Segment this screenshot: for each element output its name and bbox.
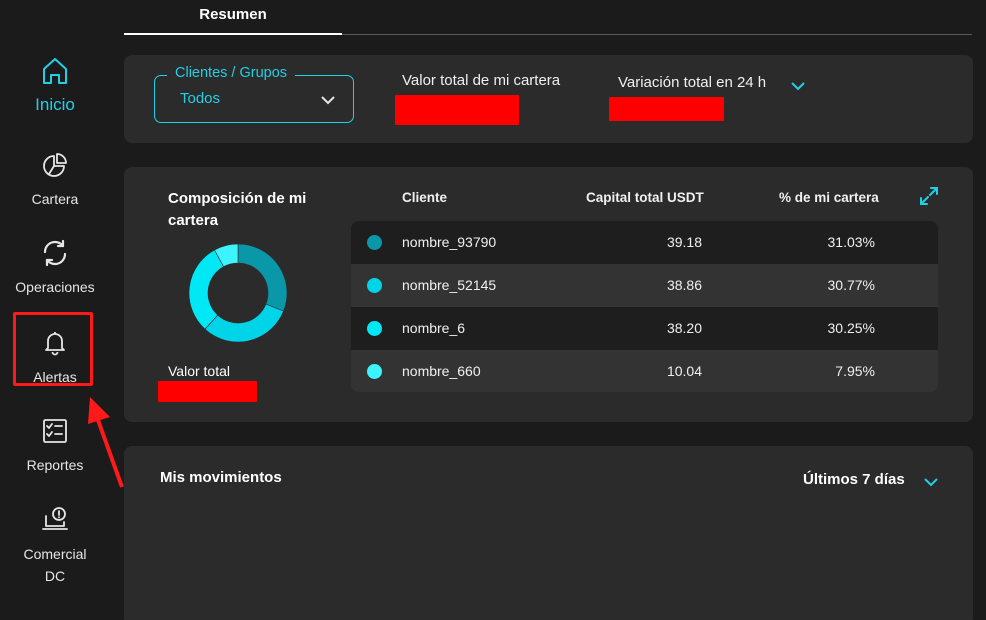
movements-title: Mis movimientos: [160, 469, 282, 486]
table-row[interactable]: nombre_6 38.20 30.25%: [351, 307, 938, 350]
chevron-down-icon[interactable]: [791, 78, 805, 96]
sidebar-item-operaciones[interactable]: Operaciones: [0, 238, 110, 298]
select-value: Todos: [180, 90, 221, 107]
donut-slice-nombre_52145: [204, 303, 284, 343]
color-dot: [367, 235, 382, 250]
movements-card: Mis movimientos Últimos 7 días: [124, 446, 973, 620]
sidebar-item-label: Comercial DC: [23, 546, 87, 584]
color-dot: [367, 321, 382, 336]
client-name: nombre_52145: [402, 277, 497, 293]
tab-bar: Resumen: [124, 0, 972, 35]
sidebar-item-comercial-dc[interactable]: Comercial DC: [0, 505, 110, 587]
table-row[interactable]: nombre_52145 38.86 30.77%: [351, 264, 938, 307]
refresh-arrows-icon: [40, 238, 70, 268]
table-row[interactable]: nombre_93790 39.18 31.03%: [351, 221, 938, 264]
percent-value: 30.25%: [827, 320, 875, 336]
tab-resumen[interactable]: Resumen: [124, 0, 342, 35]
variation-label: Variación total en 24 h: [618, 74, 767, 91]
color-dot: [367, 364, 382, 379]
bell-icon: [40, 328, 70, 358]
sidebar-item-inicio[interactable]: Inicio: [0, 56, 110, 116]
clients-groups-select[interactable]: Clientes / Grupos Todos: [154, 65, 354, 123]
capital-value: 10.04: [666, 363, 702, 379]
sidebar-item-label: Reportes: [26, 457, 84, 473]
composition-table: nombre_93790 39.18 31.03% nombre_52145 3…: [351, 221, 938, 392]
chevron-down-icon[interactable]: [924, 474, 938, 492]
home-icon: [40, 56, 70, 86]
total-value-caption: Valor total: [168, 363, 230, 379]
capital-value: 38.86: [666, 277, 702, 293]
sidebar: Inicio Cartera Operaciones Alertas Repor…: [0, 0, 124, 620]
column-header-capital: Capital total USDT: [586, 190, 704, 205]
color-dot: [367, 278, 382, 293]
portfolio-summary-card: Clientes / Grupos Todos Valor total de m…: [124, 55, 973, 143]
checklist-icon: [40, 416, 70, 446]
percent-value: 7.95%: [835, 363, 875, 379]
sidebar-item-label: Alertas: [33, 369, 77, 385]
capital-value: 38.20: [666, 320, 702, 336]
composition-title: Composición de mi cartera: [168, 190, 307, 229]
composition-donut-chart: [188, 243, 288, 343]
capital-value: 39.18: [666, 234, 702, 250]
redacted-total-amount: [158, 381, 257, 402]
client-name: nombre_6: [402, 320, 466, 336]
expand-icon[interactable]: [919, 186, 939, 211]
client-name: nombre_93790: [402, 234, 497, 250]
column-header-percent: % de mi cartera: [779, 190, 879, 205]
sidebar-item-label: Inicio: [35, 95, 75, 114]
redacted-variation-value: [609, 97, 724, 121]
portfolio-composition-card: Composición de mi cartera Valor total Cl…: [124, 167, 973, 422]
percent-value: 30.77%: [827, 277, 875, 293]
sidebar-item-label: Cartera: [31, 191, 79, 207]
laptop-alert-icon: [40, 505, 70, 535]
percent-value: 31.03%: [827, 234, 875, 250]
total-value-label: Valor total de mi cartera: [402, 72, 561, 89]
sidebar-item-label: Operaciones: [15, 279, 95, 295]
client-name: nombre_660: [402, 363, 481, 379]
period-select[interactable]: Últimos 7 días: [803, 471, 905, 488]
sidebar-item-reportes[interactable]: Reportes: [0, 416, 110, 476]
donut-slice-nombre_93790: [237, 243, 288, 312]
sidebar-item-alertas[interactable]: Alertas: [0, 328, 110, 388]
redacted-total-value: [395, 95, 519, 125]
column-header-client: Cliente: [402, 190, 448, 205]
chevron-down-icon: [321, 92, 335, 110]
select-legend: Clientes / Grupos: [167, 65, 296, 81]
sidebar-item-cartera[interactable]: Cartera: [0, 150, 110, 210]
table-row[interactable]: nombre_660 10.04 7.95%: [351, 350, 938, 392]
pie-chart-icon: [40, 150, 70, 180]
